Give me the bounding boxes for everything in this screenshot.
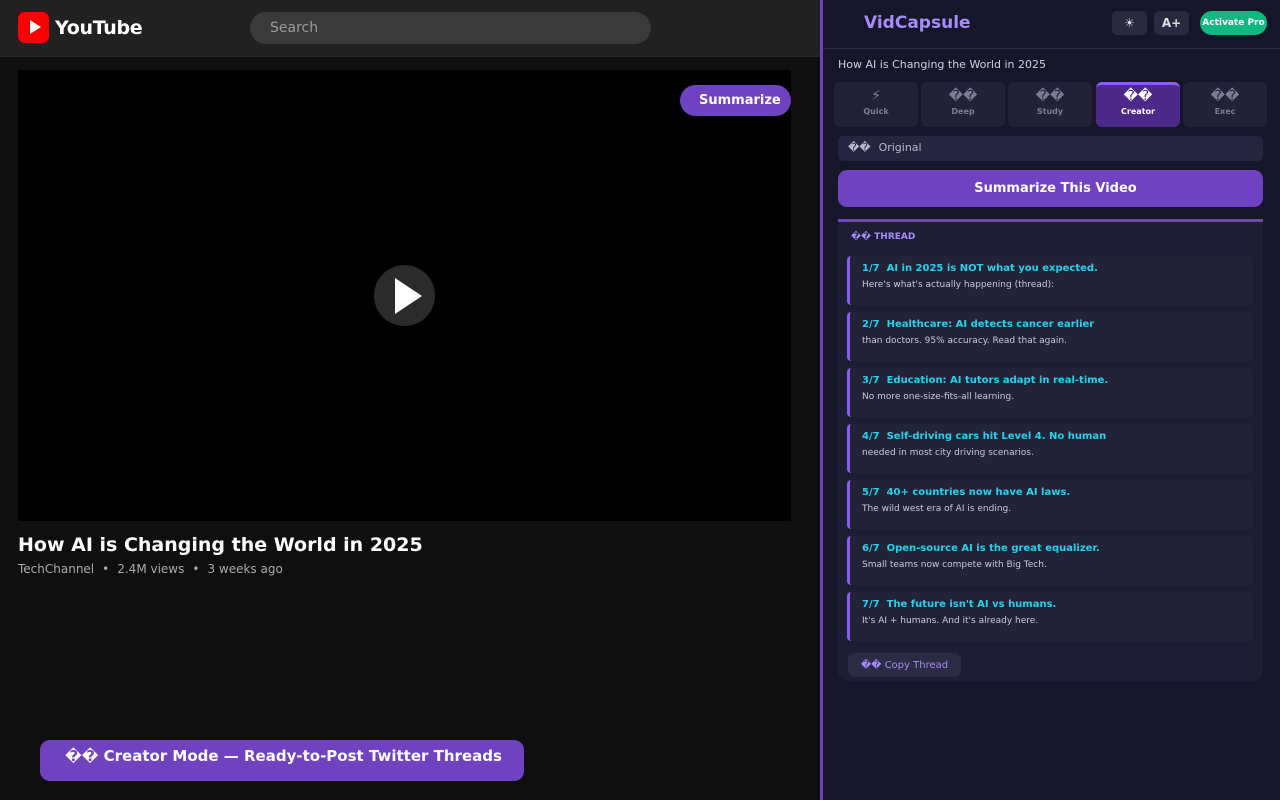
tab-exec[interactable]: �� Exec [1183,82,1267,127]
upload-age: 3 weeks ago [207,562,283,576]
tab-study[interactable]: �� Study [1008,82,1092,127]
sun-icon: ☀ [1124,16,1135,30]
deep-icon: �� [948,88,978,104]
tweet-card: 6/7 Open-source AI is the great equalize… [847,536,1253,585]
tweet-number: 4/7 [862,431,880,442]
youtube-play-logo-icon [18,12,49,43]
tweet-headline-row: 6/7 Open-source AI is the great equalize… [862,543,1253,554]
tab-label: Creator [1121,107,1155,116]
channel-name[interactable]: TechChannel [18,562,94,576]
tweet-card: 5/7 40+ countries now have AI laws. The … [847,480,1253,529]
mode-tabs: ⚡ Quick �� Deep �� Study �� Creator �� E… [834,82,1275,127]
font-size-button[interactable]: A+ [1154,11,1189,35]
meta-separator: • [192,562,200,576]
tweet-headline: Education: AI tutors adapt in real-time. [886,375,1109,386]
youtube-header: YouTube [0,0,820,57]
tweet-body: than doctors. 95% accuracy. Read that ag… [862,336,1067,346]
theme-toggle-button[interactable]: ☀ [1112,11,1147,35]
tab-creator[interactable]: �� Creator [1096,82,1180,127]
tweet-headline-row: 3/7 Education: AI tutors adapt in real-t… [862,375,1253,386]
play-button[interactable] [374,265,435,326]
tweet-headline: 40+ countries now have AI laws. [886,487,1071,498]
video-title: How AI is Changing the World in 2025 [18,534,423,556]
summarize-overlay-label: Summarize [699,93,781,108]
tweet-headline-row: 4/7 Self-driving cars hit Level 4. No hu… [862,431,1253,442]
vidcapsule-brand: VidCapsule [864,13,971,33]
tweet-headline-row: 7/7 The future isn't AI vs humans. [862,599,1253,610]
creator-mode-banner: �� Creator Mode — Ready-to-Post Twitter … [40,740,524,781]
tweet-body: Here's what's actually happening (thread… [862,280,1055,290]
vidcapsule-header: VidCapsule ☀ A+ Activate Pro [823,0,1280,49]
tweet-body: No more one-size-fits-all learning. [862,392,1015,402]
thread-label: �� THREAD [851,232,916,242]
tab-deep[interactable]: �� Deep [921,82,1005,127]
view-count: 2.4M views [117,562,185,576]
exec-icon: �� [1210,88,1240,104]
study-icon: �� [1035,88,1065,104]
tweet-body: The wild west era of AI is ending. [862,504,1012,514]
tweet-headline: AI in 2025 is NOT what you expected. [886,263,1098,274]
tweet-headline: The future isn't AI vs humans. [886,599,1057,610]
tweet-card: 2/7 Healthcare: AI detects cancer earlie… [847,312,1253,361]
tweet-number: 3/7 [862,375,880,386]
youtube-page: YouTube Summarize How AI is Changing the… [0,0,820,800]
tweet-body: needed in most city driving scenarios. [862,448,1034,458]
summarize-video-button[interactable]: Summarize This Video [838,170,1263,207]
tweet-card: 4/7 Self-driving cars hit Level 4. No hu… [847,424,1253,473]
tweet-number: 6/7 [862,543,880,554]
video-player[interactable]: Summarize [18,70,791,521]
video-meta: TechChannel • 2.4M views • 3 weeks ago [18,562,283,576]
tweet-headline-row: 2/7 Healthcare: AI detects cancer earlie… [862,319,1253,330]
tab-label: Quick [863,107,889,116]
summarize-label: Summarize This Video [974,181,1137,196]
tweet-headline: Open-source AI is the great equalizer. [886,543,1100,554]
tab-quick[interactable]: ⚡ Quick [834,82,918,127]
search-input[interactable] [250,12,651,44]
panel-video-title: How AI is Changing the World in 2025 [838,58,1046,71]
meta-separator: • [102,562,110,576]
tweet-card: 3/7 Education: AI tutors adapt in real-t… [847,368,1253,417]
thread-output: �� THREAD 1/7 AI in 2025 is NOT what you… [838,219,1263,681]
youtube-logo-text: YouTube [55,16,143,39]
language-value: Original [878,141,922,154]
tweet-headline: Self-driving cars hit Level 4. No human [886,431,1107,442]
tweet-card: 1/7 AI in 2025 is NOT what you expected.… [847,256,1253,305]
tab-label: Exec [1214,107,1236,116]
tweet-card: 7/7 The future isn't AI vs humans. It's … [847,592,1253,641]
language-select[interactable]: �� Original [838,136,1263,161]
tweet-number: 1/7 [862,263,880,274]
summarize-overlay-button[interactable]: Summarize [680,85,791,116]
tweet-headline-row: 1/7 AI in 2025 is NOT what you expected. [862,263,1253,274]
youtube-logo[interactable]: YouTube [18,12,143,43]
tweet-body: Small teams now compete with Big Tech. [862,560,1047,570]
tweet-number: 5/7 [862,487,880,498]
vidcapsule-panel: VidCapsule ☀ A+ Activate Pro How AI is C… [820,0,1280,800]
tweet-number: 7/7 [862,599,880,610]
tab-label: Study [1036,107,1064,116]
tweet-headline: Healthcare: AI detects cancer earlier [886,319,1095,330]
activate-pro-button[interactable]: Activate Pro [1200,11,1267,35]
copy-thread-button[interactable]: �� Copy Thread [848,653,961,677]
tweet-body: It's AI + humans. And it's already here. [862,616,1039,626]
globe-icon: �� [848,141,871,154]
lightning-icon: ⚡ [871,88,881,104]
tab-label: Deep [951,107,975,116]
tweet-number: 2/7 [862,319,880,330]
creator-icon: �� [1123,88,1153,104]
tweet-headline-row: 5/7 40+ countries now have AI laws. [862,487,1253,498]
